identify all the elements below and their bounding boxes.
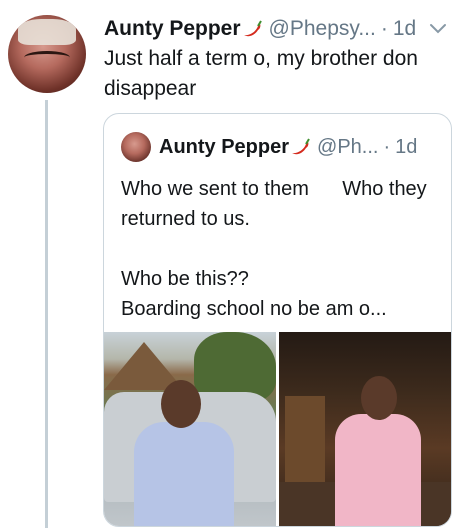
- quoted-tweet-header: Aunty Pepper @Ph... · 1d: [121, 132, 417, 162]
- quoted-tweet-text: Who we sent to them Who they returned to…: [121, 174, 439, 324]
- shelf: [285, 396, 325, 482]
- photo-after[interactable]: [279, 332, 451, 526]
- handle[interactable]: @Phepsy...: [269, 17, 376, 41]
- media-grid: [104, 332, 451, 526]
- tweet-header: Aunty Pepper @Phepsy... · 1d: [104, 16, 416, 42]
- pink-shirt: [335, 414, 421, 526]
- display-name[interactable]: Aunty Pepper: [104, 17, 241, 41]
- school-shirt: [134, 422, 234, 526]
- quoted-avatar: [121, 132, 151, 162]
- timestamp[interactable]: 1d: [393, 17, 416, 41]
- boy-head: [161, 380, 201, 428]
- quoted-timestamp: 1d: [395, 135, 418, 158]
- quoted-line-1: Who we sent to them Who they returned to…: [121, 178, 433, 230]
- avatar-cap: [18, 19, 76, 45]
- quoted-line-3: Boarding school no be am o...: [121, 298, 387, 320]
- quoted-display-name: Aunty Pepper: [159, 135, 290, 158]
- separator-dot: ·: [380, 17, 388, 40]
- tweet-text: Just half a term o, my brother don disap…: [104, 47, 418, 100]
- photo-before[interactable]: [104, 332, 276, 526]
- quoted-handle: @Ph...: [317, 135, 379, 158]
- chevron-down-icon[interactable]: [428, 18, 448, 38]
- boy-head: [361, 376, 397, 420]
- avatar-glasses: [24, 51, 70, 64]
- avatar[interactable]: [8, 15, 86, 93]
- thread-line: [45, 100, 48, 528]
- hot-pepper-icon: [292, 138, 310, 155]
- quoted-tweet-card[interactable]: Aunty Pepper @Ph... · 1d Who we sent to …: [103, 113, 452, 527]
- separator-dot: ·: [383, 135, 391, 158]
- quoted-line-2: Who be this??: [121, 268, 249, 290]
- hot-pepper-icon: [243, 20, 262, 37]
